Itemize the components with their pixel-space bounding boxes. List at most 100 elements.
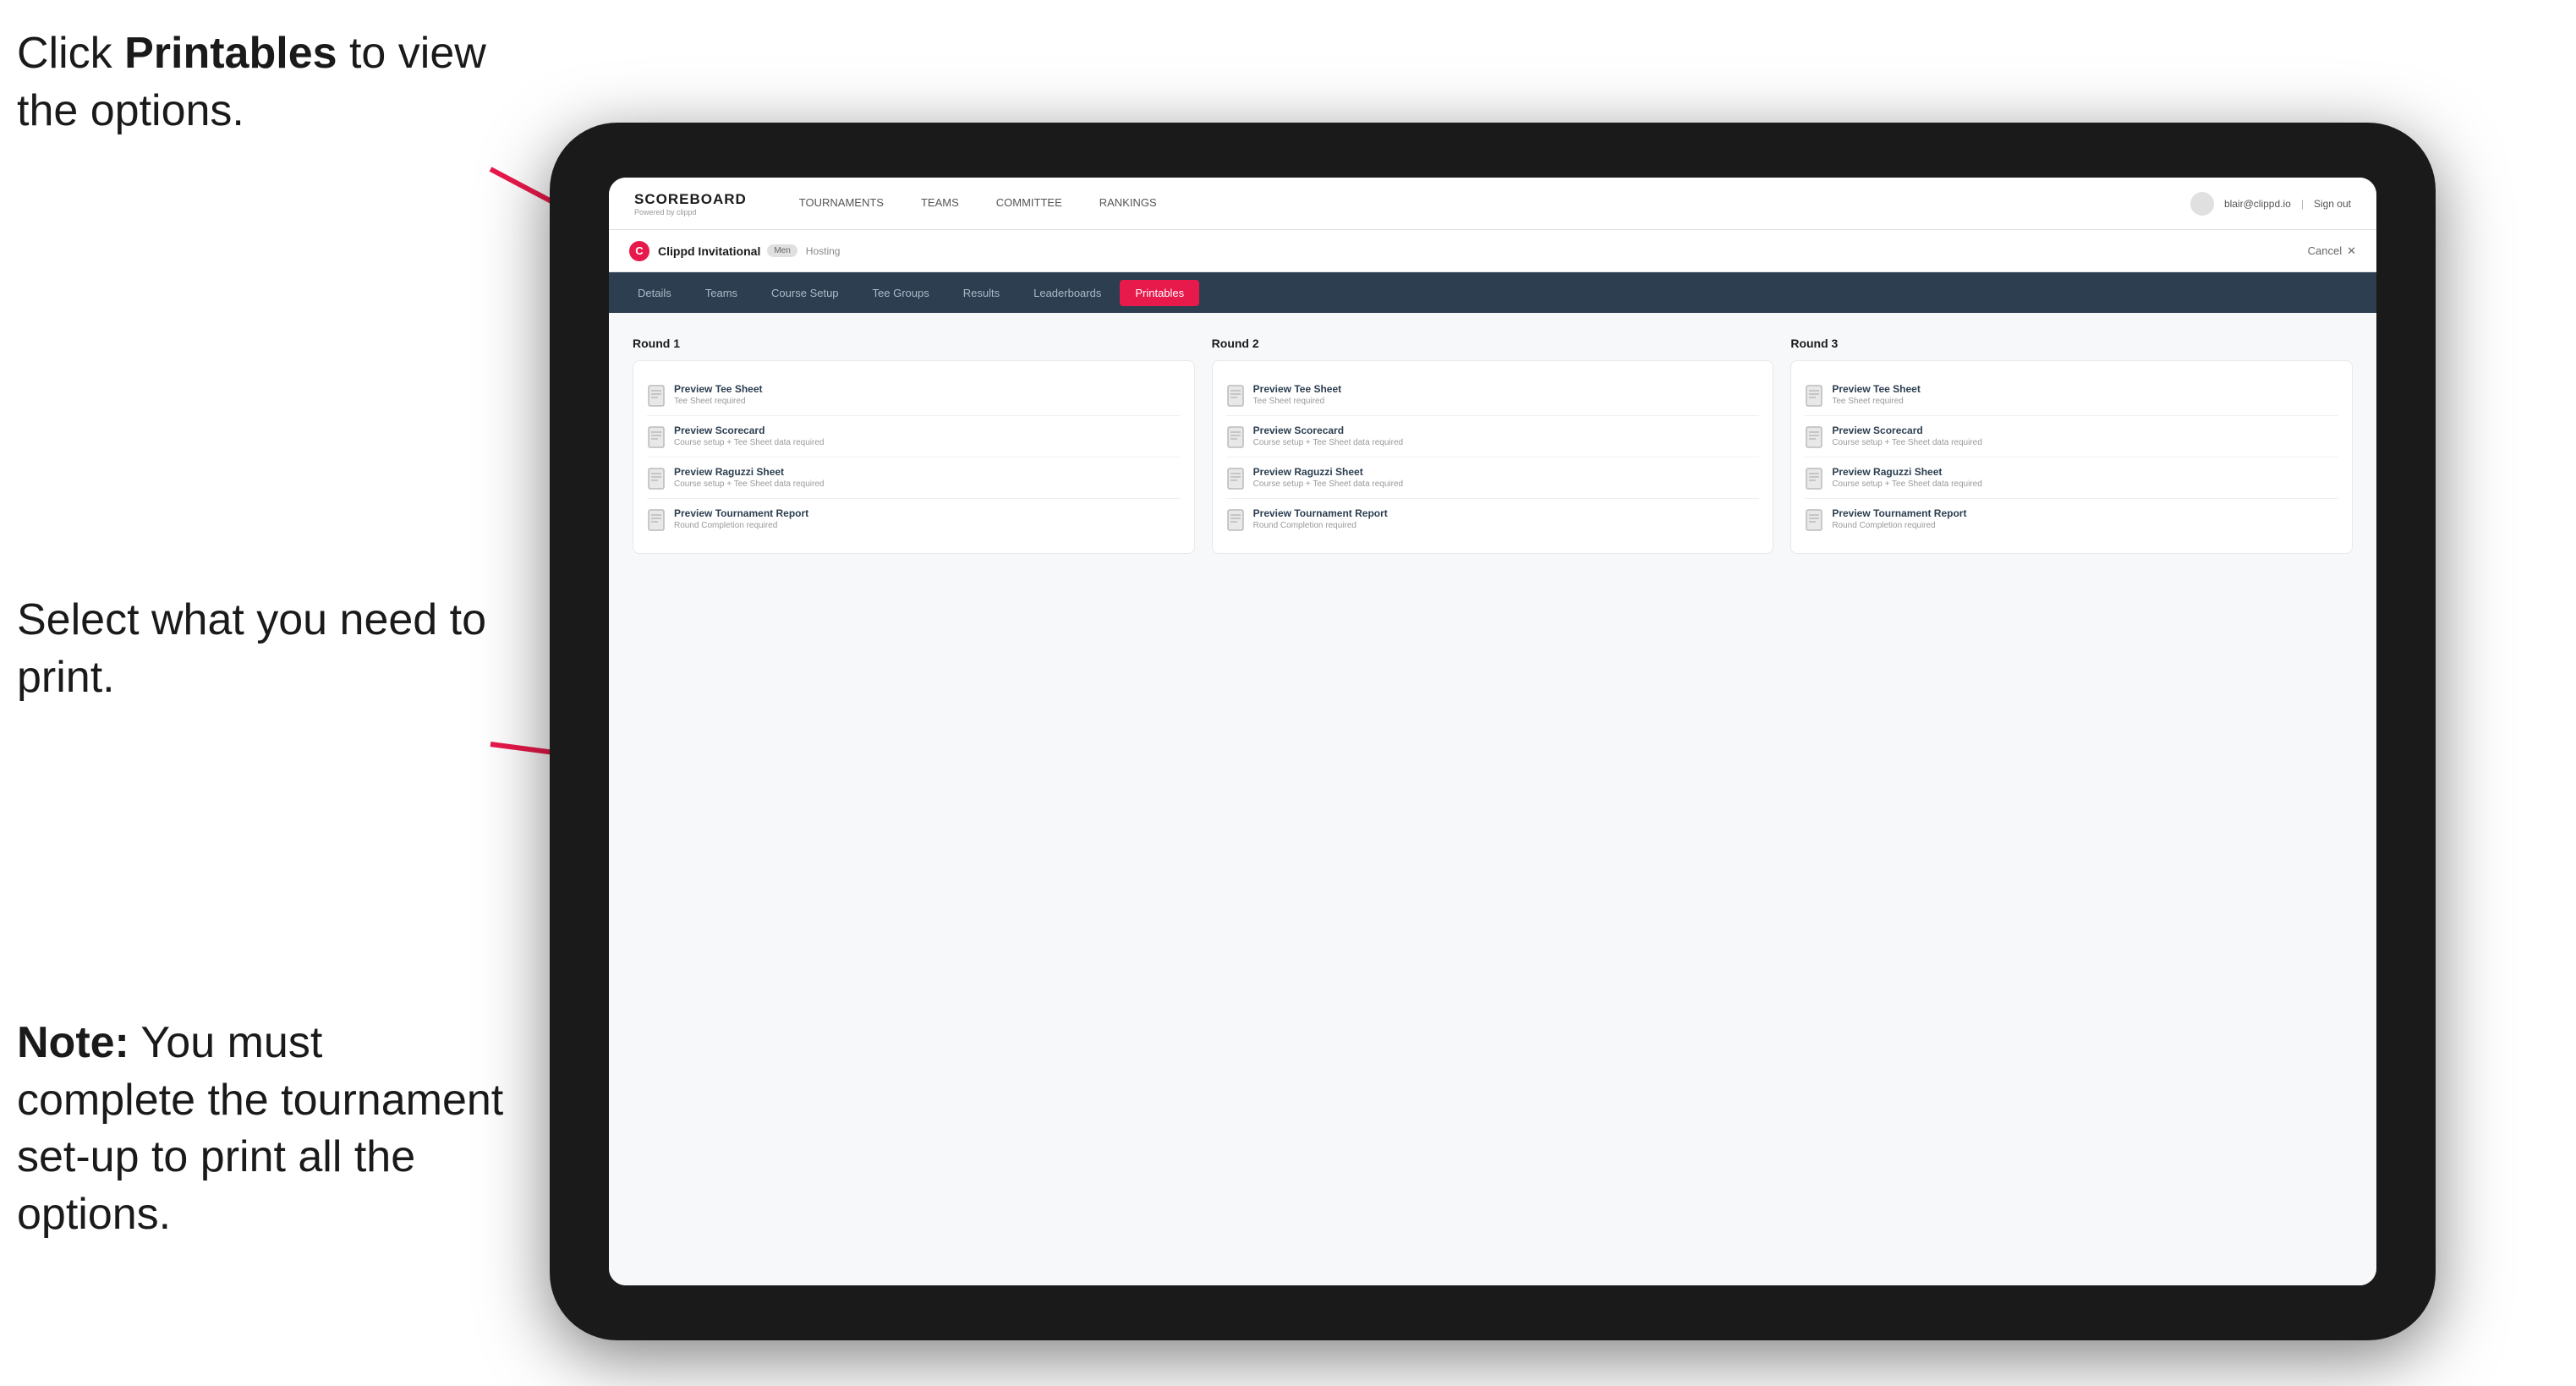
round-1-title: Round 1 — [633, 337, 1195, 350]
tournament-status: Hosting — [806, 245, 841, 257]
top-nav: SCOREBOARD Powered by clippd TOURNAMENTS… — [609, 178, 2376, 230]
tab-leaderboards[interactable]: Leaderboards — [1018, 280, 1116, 306]
round2-tee-sheet[interactable]: Preview Tee Sheet Tee Sheet required — [1226, 375, 1760, 416]
report-r2-icon — [1226, 509, 1245, 531]
round2-tournament-report[interactable]: Preview Tournament Report Round Completi… — [1226, 499, 1760, 540]
round1-raguzzi-title: Preview Raguzzi Sheet — [674, 466, 824, 478]
round2-raguzzi-text: Preview Raguzzi Sheet Course setup + Tee… — [1253, 466, 1403, 489]
round1-report-title: Preview Tournament Report — [674, 507, 808, 519]
bold-printables: Printables — [124, 29, 337, 78]
avatar — [2190, 192, 2214, 216]
round1-raguzzi-subtitle: Course setup + Tee Sheet data required — [674, 479, 824, 489]
round1-scorecard-text: Preview Scorecard Course setup + Tee She… — [674, 425, 824, 447]
raguzzi-icon — [647, 468, 666, 490]
round-1-card: Preview Tee Sheet Tee Sheet required — [633, 360, 1195, 554]
round1-report-text: Preview Tournament Report Round Completi… — [674, 507, 808, 530]
logo-title: SCOREBOARD — [634, 191, 747, 208]
round3-raguzzi[interactable]: Preview Raguzzi Sheet Course setup + Tee… — [1805, 457, 2338, 499]
round2-scorecard-text: Preview Scorecard Course setup + Tee She… — [1253, 425, 1403, 447]
close-icon: ✕ — [2347, 244, 2356, 258]
scorecard-r3-icon — [1805, 426, 1823, 448]
tab-teams[interactable]: Teams — [690, 280, 753, 306]
round1-tournament-report[interactable]: Preview Tournament Report Round Completi… — [647, 499, 1181, 540]
raguzzi-r3-icon — [1805, 468, 1823, 490]
round2-report-title: Preview Tournament Report — [1253, 507, 1388, 519]
round1-tee-sheet-text: Preview Tee Sheet Tee Sheet required — [674, 383, 763, 406]
round-2-section: Round 2 Preview Tee Sheet Tee S — [1212, 337, 1774, 554]
cancel-label: Cancel — [2308, 244, 2342, 257]
round1-tee-sheet-subtitle: Tee Sheet required — [674, 397, 763, 406]
round3-tee-sheet-text: Preview Tee Sheet Tee Sheet required — [1832, 383, 1921, 406]
rounds-grid: Round 1 Preview Tee Sheet Tee S — [633, 337, 2353, 554]
round3-tournament-report[interactable]: Preview Tournament Report Round Completi… — [1805, 499, 2338, 540]
round-3-card: Preview Tee Sheet Tee Sheet required — [1790, 360, 2353, 554]
annotation-bottom: Note: You must complete the tournament s… — [17, 1015, 507, 1243]
raguzzi-r2-icon — [1226, 468, 1245, 490]
tab-details[interactable]: Details — [622, 280, 687, 306]
tournament-bar: C Clippd Invitational Men Hosting Cancel… — [609, 230, 2376, 272]
scorecard-icon — [647, 426, 666, 448]
round2-report-text: Preview Tournament Report Round Completi… — [1253, 507, 1388, 530]
round1-scorecard-title: Preview Scorecard — [674, 425, 824, 436]
sign-out-link[interactable]: Sign out — [2314, 198, 2351, 210]
round1-tee-sheet[interactable]: Preview Tee Sheet Tee Sheet required — [647, 375, 1181, 416]
round3-scorecard-text: Preview Scorecard Course setup + Tee She… — [1832, 425, 1981, 447]
nav-item-committee[interactable]: COMMITTEE — [978, 178, 1081, 230]
nav-item-teams[interactable]: TEAMS — [902, 178, 978, 230]
round3-tee-sheet[interactable]: Preview Tee Sheet Tee Sheet required — [1805, 375, 2338, 416]
nav-item-tournaments[interactable]: TOURNAMENTS — [781, 178, 902, 230]
round2-tee-sheet-text: Preview Tee Sheet Tee Sheet required — [1253, 383, 1342, 406]
sub-nav: Details Teams Course Setup Tee Groups Re… — [609, 272, 2376, 313]
round3-scorecard[interactable]: Preview Scorecard Course setup + Tee She… — [1805, 416, 2338, 457]
bold-note: Note: — [17, 1018, 129, 1067]
tab-printables[interactable]: Printables — [1120, 280, 1199, 306]
round3-tee-sheet-subtitle: Tee Sheet required — [1832, 397, 1921, 406]
round2-tee-sheet-subtitle: Tee Sheet required — [1253, 397, 1342, 406]
round2-raguzzi-title: Preview Raguzzi Sheet — [1253, 466, 1403, 478]
round1-raguzzi[interactable]: Preview Raguzzi Sheet Course setup + Tee… — [647, 457, 1181, 499]
round3-raguzzi-subtitle: Course setup + Tee Sheet data required — [1832, 479, 1981, 489]
tee-sheet-icon — [647, 385, 666, 407]
round-3-title: Round 3 — [1790, 337, 2353, 350]
tab-results[interactable]: Results — [948, 280, 1015, 306]
round3-raguzzi-title: Preview Raguzzi Sheet — [1832, 466, 1981, 478]
round1-report-subtitle: Round Completion required — [674, 521, 808, 530]
tablet-screen: SCOREBOARD Powered by clippd TOURNAMENTS… — [609, 178, 2376, 1285]
round3-scorecard-title: Preview Scorecard — [1832, 425, 1981, 436]
round1-scorecard[interactable]: Preview Scorecard Course setup + Tee She… — [647, 416, 1181, 457]
tee-sheet-r3-icon — [1805, 385, 1823, 407]
tab-tee-groups[interactable]: Tee Groups — [858, 280, 945, 306]
round2-tee-sheet-title: Preview Tee Sheet — [1253, 383, 1342, 395]
round3-raguzzi-text: Preview Raguzzi Sheet Course setup + Tee… — [1832, 466, 1981, 489]
round2-scorecard-subtitle: Course setup + Tee Sheet data required — [1253, 438, 1403, 447]
round-2-card: Preview Tee Sheet Tee Sheet required — [1212, 360, 1774, 554]
scoreboard-logo: SCOREBOARD Powered by clippd — [634, 191, 747, 216]
round1-raguzzi-text: Preview Raguzzi Sheet Course setup + Tee… — [674, 466, 824, 489]
round2-report-subtitle: Round Completion required — [1253, 521, 1388, 530]
tournament-badge: Men — [767, 244, 797, 257]
round3-report-text: Preview Tournament Report Round Completi… — [1832, 507, 1966, 530]
annotation-top: Click Printables to view the options. — [17, 25, 507, 140]
round2-raguzzi[interactable]: Preview Raguzzi Sheet Course setup + Tee… — [1226, 457, 1760, 499]
round1-tee-sheet-title: Preview Tee Sheet — [674, 383, 763, 395]
round2-raguzzi-subtitle: Course setup + Tee Sheet data required — [1253, 479, 1403, 489]
tournament-logo-icon: C — [629, 241, 649, 261]
scorecard-r2-icon — [1226, 426, 1245, 448]
nav-user: blair@clippd.io | Sign out — [2190, 192, 2351, 216]
annotation-middle: Select what you need to print. — [17, 592, 491, 706]
round3-report-title: Preview Tournament Report — [1832, 507, 1966, 519]
main-content: Round 1 Preview Tee Sheet Tee S — [609, 313, 2376, 1285]
user-email: blair@clippd.io — [2224, 198, 2291, 210]
round1-scorecard-subtitle: Course setup + Tee Sheet data required — [674, 438, 824, 447]
round2-scorecard[interactable]: Preview Scorecard Course setup + Tee She… — [1226, 416, 1760, 457]
cancel-button[interactable]: Cancel ✕ — [2308, 244, 2356, 258]
round2-scorecard-title: Preview Scorecard — [1253, 425, 1403, 436]
logo-subtitle: Powered by clippd — [634, 208, 747, 216]
main-nav: TOURNAMENTS TEAMS COMMITTEE RANKINGS — [781, 178, 2190, 230]
round3-scorecard-subtitle: Course setup + Tee Sheet data required — [1832, 438, 1981, 447]
tab-course-setup[interactable]: Course Setup — [756, 280, 854, 306]
nav-item-rankings[interactable]: RANKINGS — [1081, 178, 1176, 230]
tablet-frame: SCOREBOARD Powered by clippd TOURNAMENTS… — [550, 123, 2436, 1340]
tournament-report-icon — [647, 509, 666, 531]
round3-report-subtitle: Round Completion required — [1832, 521, 1966, 530]
